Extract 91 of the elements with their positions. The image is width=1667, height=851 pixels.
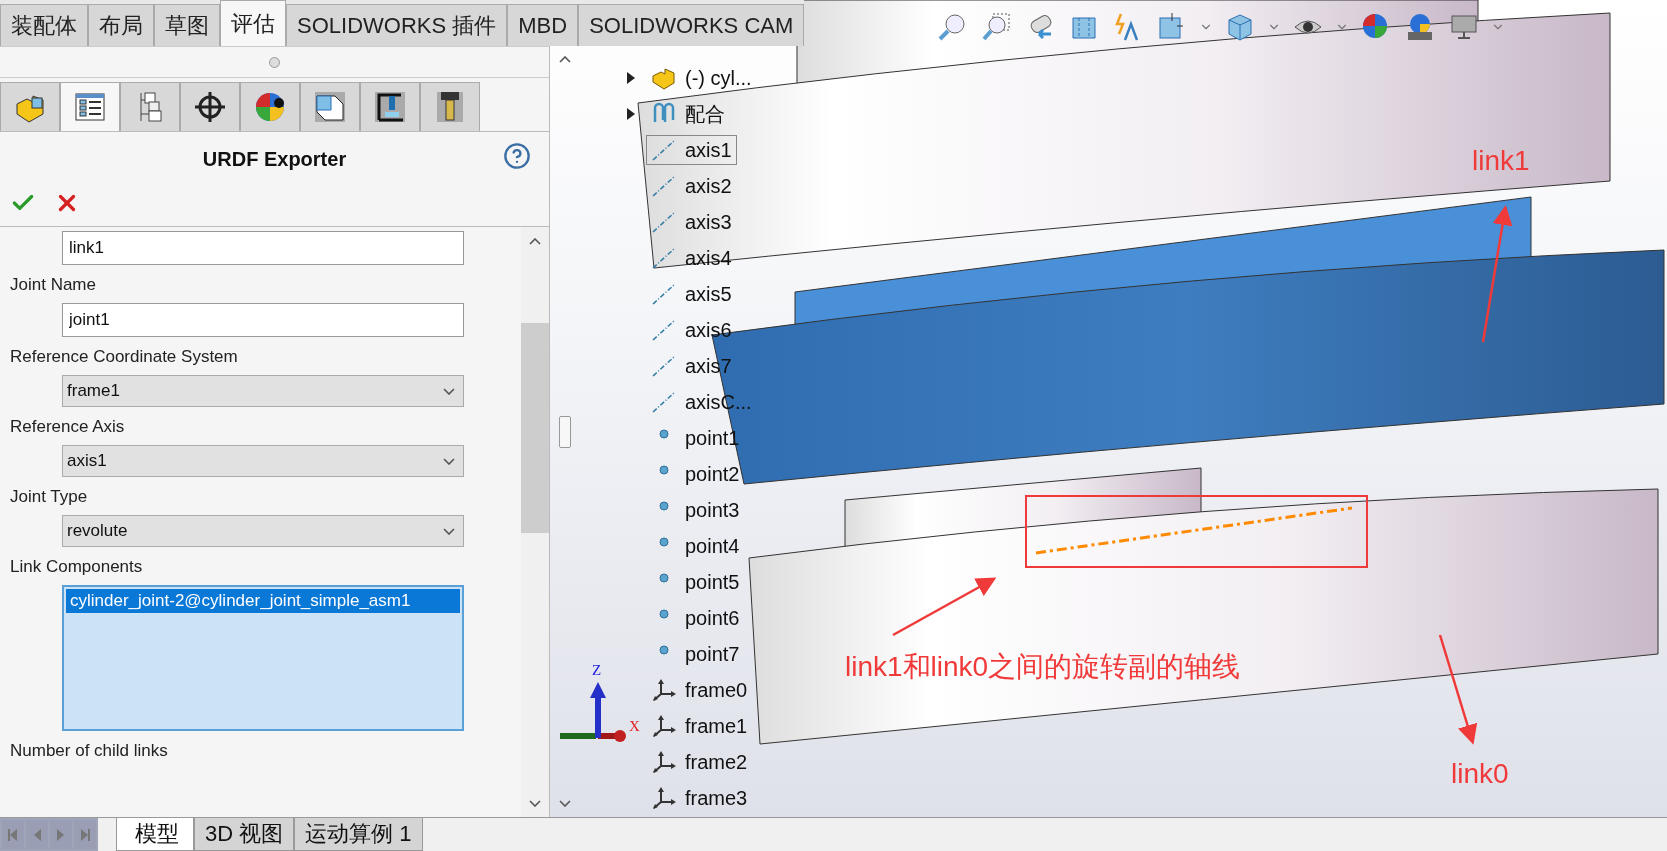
- list-icon: [73, 90, 107, 124]
- scrollbar[interactable]: [521, 227, 549, 818]
- list-item[interactable]: cylinder_joint-2@cylinder_joint_simple_asm1: [66, 589, 460, 613]
- dropdown[interactable]: axis1: [62, 445, 464, 477]
- axis-label: Z: [592, 662, 602, 679]
- chevron-down-icon: [529, 799, 541, 807]
- cube-icon: [313, 90, 347, 124]
- grip-handle[interactable]: [269, 56, 280, 68]
- field-label: Joint Name: [10, 275, 97, 296]
- point-icon: [659, 645, 669, 655]
- field-label: Reference Axis: [10, 417, 126, 438]
- tree-item[interactable]: point3: [646, 495, 745, 525]
- chevron-up-icon: [529, 237, 541, 245]
- chevron-down-icon: [443, 527, 455, 535]
- ribbon-tab[interactable]: SOLIDWORKS 插件: [286, 4, 508, 46]
- tree-item[interactable]: point6: [646, 603, 745, 633]
- chevron-down-icon[interactable]: [559, 800, 571, 808]
- help-button[interactable]: [503, 142, 531, 170]
- tree-item[interactable]: frame0: [646, 675, 753, 705]
- scroll-thumb[interactable]: [521, 323, 549, 533]
- press-icon: [373, 90, 407, 124]
- sheet-tab[interactable]: 模型: [116, 818, 194, 851]
- axis-icon: [651, 318, 677, 342]
- tree-item[interactable]: frame3: [646, 783, 753, 813]
- ribbon-tab[interactable]: 草图: [154, 4, 220, 46]
- ribbon-tab[interactable]: SOLIDWORKS CAM: [578, 4, 805, 46]
- panel-tab[interactable]: [240, 82, 300, 131]
- triangle-left-icon: [7, 827, 19, 842]
- text-field[interactable]: link1: [62, 231, 464, 265]
- axis-icon: [651, 282, 677, 306]
- tree-item[interactable]: axis6: [646, 315, 737, 345]
- tree-item[interactable]: axis2: [646, 171, 737, 201]
- ribbon-tab[interactable]: 装配体: [0, 4, 88, 46]
- panel-handle[interactable]: [559, 415, 571, 448]
- tree-item[interactable]: point7: [646, 639, 745, 669]
- point-icon: [659, 429, 669, 439]
- part-icon: [651, 66, 677, 90]
- axis-icon: [651, 390, 677, 414]
- tree-item[interactable]: 配合: [646, 97, 730, 131]
- dropdown[interactable]: revolute: [62, 515, 464, 547]
- coordinate-system-icon: [651, 678, 677, 702]
- list-box[interactable]: cylinder_joint-2@cylinder_joint_simple_asm1: [62, 585, 464, 731]
- field-label: Reference Coordinate System: [10, 347, 239, 368]
- tree-item[interactable]: frame2: [646, 747, 753, 777]
- point-icon: [659, 537, 669, 547]
- ribbon-tab[interactable]: MBD: [507, 4, 579, 46]
- ribbon-tab[interactable]: 评估: [220, 0, 286, 46]
- axis-icon: [651, 174, 677, 198]
- field-label: Joint Type: [10, 487, 89, 508]
- axis-icon: [651, 138, 677, 162]
- point-icon: [659, 501, 669, 511]
- axis-icon: [651, 210, 677, 234]
- axis-icon: [651, 246, 677, 270]
- point-icon: [659, 609, 669, 619]
- sphere-icon: [253, 90, 287, 124]
- tree-item[interactable]: point4: [646, 531, 745, 561]
- axis-label: X: [629, 718, 640, 735]
- panel-title: URDF Exporter: [202, 147, 347, 171]
- tree-item[interactable]: point5: [646, 567, 745, 597]
- point-icon: [659, 465, 669, 475]
- chevron-down-icon: [443, 457, 455, 465]
- ribbon-tab[interactable]: 布局: [88, 4, 154, 46]
- panel-tab[interactable]: [180, 82, 240, 131]
- coordinate-system-icon: [651, 750, 677, 774]
- field-label: Link Components: [10, 557, 144, 578]
- point-icon: [659, 573, 669, 583]
- tree-item[interactable]: (-) cyl...: [646, 63, 757, 93]
- tree-item[interactable]: axis4: [646, 243, 737, 273]
- panel-tab[interactable]: [360, 82, 420, 131]
- crosshair-icon: [193, 90, 227, 124]
- coordinate-system-icon: [651, 714, 677, 738]
- field-label: Number of child links: [10, 741, 169, 762]
- coordinate-system-icon: [651, 786, 677, 810]
- sheet-tab[interactable]: 运动算例 1: [294, 818, 423, 851]
- panel-tab[interactable]: [420, 82, 480, 131]
- chevron-down-icon: [443, 387, 455, 395]
- chevron-up-icon[interactable]: [559, 56, 571, 63]
- tree-item[interactable]: axis3: [646, 207, 737, 237]
- tree-item[interactable]: frame1: [646, 711, 753, 741]
- tree-item[interactable]: axis5: [646, 279, 737, 309]
- tree-item[interactable]: point2: [646, 459, 745, 489]
- dropdown[interactable]: frame1: [62, 375, 464, 407]
- tree-item[interactable]: axis1: [646, 135, 737, 165]
- annotation-label: link1: [1472, 145, 1530, 177]
- annotation-label: link0: [1451, 758, 1509, 790]
- annotation-caption: link1和link0之间的旋转副的轴线: [845, 650, 1241, 684]
- panel-tab[interactable]: [60, 82, 120, 131]
- axis-icon: [651, 354, 677, 378]
- text-field[interactable]: joint1: [62, 303, 464, 337]
- sheet-tab[interactable]: 3D 视图: [194, 818, 295, 851]
- triangle-right-icon: [79, 827, 91, 842]
